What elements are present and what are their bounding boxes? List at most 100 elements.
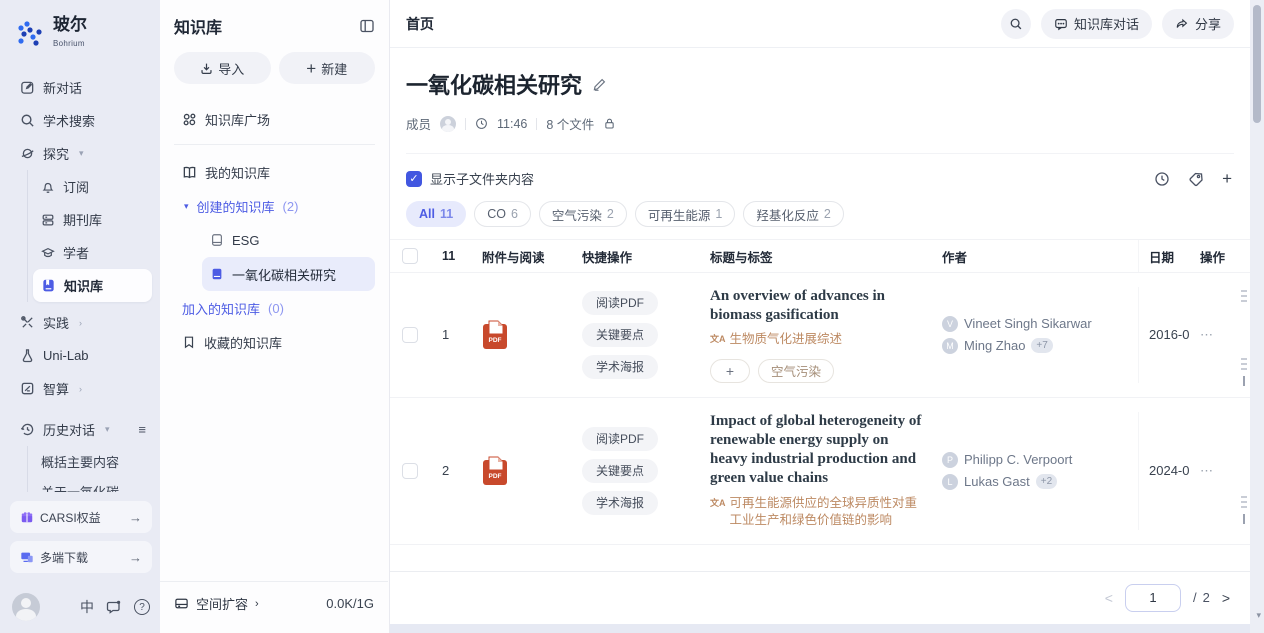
- kb-chat-button[interactable]: 知识库对话: [1041, 9, 1152, 39]
- history-row: 历史对话 ▾ ≡: [12, 413, 152, 446]
- add-tag-button[interactable]: +: [710, 359, 750, 383]
- flask-icon: [20, 348, 35, 363]
- show-subfolders-checkbox[interactable]: ✓ 显示子文件夹内容: [406, 169, 534, 188]
- share-button[interactable]: 分享: [1162, 9, 1234, 39]
- expand-storage-button[interactable]: 空间扩容 ›: [174, 594, 259, 613]
- author-name[interactable]: Lukas Gast: [964, 474, 1030, 489]
- sidebar-item-label: 知识库: [64, 276, 103, 295]
- import-button[interactable]: 导入: [174, 52, 271, 84]
- sidebar-item-knowledge-base[interactable]: 知识库: [33, 269, 152, 302]
- table-row[interactable]: 2 PDF 阅读PDF 关键要点 学术海报 Impact of global h…: [390, 398, 1250, 545]
- prev-page-button[interactable]: <: [1105, 590, 1113, 606]
- vertical-scrollbar[interactable]: ▾: [1250, 0, 1264, 633]
- chip-label: 空气污染: [552, 205, 602, 224]
- scrollbar-thumb[interactable]: [1253, 5, 1261, 123]
- row-checkbox[interactable]: [402, 327, 418, 343]
- search-button[interactable]: [1001, 9, 1031, 39]
- sidebar-item-explore[interactable]: 探究 ▾: [12, 137, 152, 170]
- svg-text:PDF: PDF: [489, 473, 502, 480]
- sidebar-item-practice[interactable]: 实践 ›: [12, 306, 152, 339]
- carsi-benefits-button[interactable]: CARSI权益 →: [10, 501, 152, 533]
- app-window: 玻尔 Bohrium 新对话 学术搜索 探究 ▾ 订阅 期刊库: [0, 0, 1264, 633]
- filter-chip-renewable[interactable]: 可再生能源 1: [635, 201, 735, 227]
- row-more-menu[interactable]: ⋯: [1200, 463, 1246, 479]
- page-number-input[interactable]: [1125, 584, 1181, 612]
- filter-chip-co[interactable]: CO 6: [474, 201, 531, 227]
- academic-poster-button[interactable]: 学术海报: [582, 355, 658, 379]
- collapse-panel-icon[interactable]: [359, 18, 375, 34]
- read-pdf-button[interactable]: 阅读PDF: [582, 427, 658, 451]
- paper-title-translated[interactable]: 文A 可再生能源供应的全球异质性对重工业生产和绿色价值链的影响: [710, 495, 928, 530]
- journal-stack-icon: [41, 213, 55, 227]
- kb-plaza-item[interactable]: 知识库广场: [174, 102, 375, 136]
- scrollbar-down-arrow[interactable]: ▾: [1256, 610, 1261, 621]
- sidebar-item-new-chat[interactable]: 新对话: [12, 71, 152, 104]
- more-authors-badge[interactable]: +2: [1036, 474, 1057, 489]
- feedback-chat-icon[interactable]: [106, 599, 122, 615]
- expand-storage-label: 空间扩容: [196, 594, 248, 613]
- panel-footer: 空间扩容 › 0.0K/1G: [160, 581, 388, 625]
- filter-chip-all[interactable]: All 11: [406, 201, 466, 227]
- tag-pill[interactable]: 空气污染: [758, 359, 834, 383]
- row-date: 2016-0: [1138, 287, 1200, 383]
- filter-chip-hydroxylation[interactable]: 羟基化反应 2: [743, 201, 843, 227]
- more-authors-badge[interactable]: +7: [1031, 338, 1052, 353]
- table-row[interactable]: 1 PDF 阅读PDF 关键要点 学术海报 An overview of adv…: [390, 273, 1250, 398]
- language-toggle[interactable]: 中: [80, 597, 94, 617]
- history-item-clipped[interactable]: 关于一氧化碳: [33, 476, 152, 492]
- notebook-filled-icon: [210, 267, 224, 281]
- author-name[interactable]: Vineet Singh Sikarwar: [964, 316, 1092, 331]
- history-list-icon[interactable]: ≡: [138, 422, 146, 437]
- my-kb-item[interactable]: 我的知识库: [174, 155, 375, 189]
- author-name[interactable]: Philipp C. Verpoort: [964, 452, 1072, 467]
- tag-icon[interactable]: [1188, 171, 1204, 187]
- sort-time-icon[interactable]: [1154, 171, 1170, 187]
- paper-title-translated[interactable]: 文A 生物质气化进展综述: [710, 331, 928, 349]
- academic-poster-button[interactable]: 学术海报: [582, 491, 658, 515]
- help-icon[interactable]: ?: [134, 599, 150, 615]
- clock-icon: [475, 117, 488, 130]
- history-item[interactable]: 概括主要内容: [33, 446, 152, 476]
- favorite-kb-item[interactable]: 收藏的知识库: [174, 325, 375, 359]
- sidebar-item-history[interactable]: 历史对话 ▾: [12, 413, 110, 446]
- explore-submenu: 订阅 期刊库 学者 知识库: [27, 170, 152, 302]
- pdf-file-icon[interactable]: PDF: [482, 456, 508, 486]
- computing-icon: [20, 381, 35, 396]
- sidebar-item-subscribe[interactable]: 订阅: [33, 170, 152, 203]
- sidebar-item-label: 历史对话: [43, 420, 95, 439]
- kb-item-co-research[interactable]: 一氧化碳相关研究: [202, 257, 375, 291]
- key-points-button[interactable]: 关键要点: [582, 323, 658, 347]
- author-name[interactable]: Ming Zhao: [964, 338, 1025, 353]
- add-file-icon[interactable]: +: [1222, 170, 1232, 187]
- checkbox-checked-icon: ✓: [406, 171, 422, 187]
- horizontal-scrollbar[interactable]: [390, 624, 1250, 633]
- joined-kb-section[interactable]: 加入的知识库 (0): [174, 291, 375, 325]
- edit-title-icon[interactable]: [592, 77, 607, 92]
- sidebar-item-academic-search[interactable]: 学术搜索: [12, 104, 152, 137]
- user-avatar[interactable]: [12, 593, 40, 621]
- brand-logo[interactable]: 玻尔 Bohrium: [16, 16, 152, 51]
- read-pdf-button[interactable]: 阅读PDF: [582, 291, 658, 315]
- authors-cell: V Vineet Singh Sikarwar M Ming Zhao +7: [942, 316, 1138, 354]
- pdf-file-icon[interactable]: PDF: [482, 320, 508, 350]
- sidebar-item-computing[interactable]: 智算 ›: [12, 372, 152, 405]
- sidebar-item-journals[interactable]: 期刊库: [33, 203, 152, 236]
- sidebar-item-unilab[interactable]: Uni-Lab: [12, 339, 152, 372]
- plaza-grid-icon: [182, 112, 197, 127]
- bohrium-logo-icon: [16, 19, 46, 49]
- row-more-menu[interactable]: ⋯: [1200, 327, 1246, 343]
- filter-chip-air-pollution[interactable]: 空气污染 2: [539, 201, 627, 227]
- next-page-button[interactable]: >: [1222, 590, 1230, 606]
- key-points-button[interactable]: 关键要点: [582, 459, 658, 483]
- new-button[interactable]: + 新建: [279, 52, 376, 84]
- sidebar-item-scholars[interactable]: 学者: [33, 236, 152, 269]
- kb-item-esg[interactable]: ESG: [202, 223, 375, 257]
- paper-title[interactable]: Impact of global heterogeneity of renewa…: [710, 412, 928, 489]
- multi-device-download-button[interactable]: 多端下载 →: [10, 541, 152, 573]
- member-avatar[interactable]: [440, 116, 456, 132]
- select-all-checkbox[interactable]: [402, 248, 418, 264]
- paper-title[interactable]: An overview of advances in biomass gasif…: [710, 287, 928, 325]
- created-kb-section[interactable]: ▾ 创建的知识库 (2): [174, 189, 375, 223]
- row-checkbox[interactable]: [402, 463, 418, 479]
- document-header: 一氧化碳相关研究 成员 11:46 8 个文件: [390, 48, 1250, 154]
